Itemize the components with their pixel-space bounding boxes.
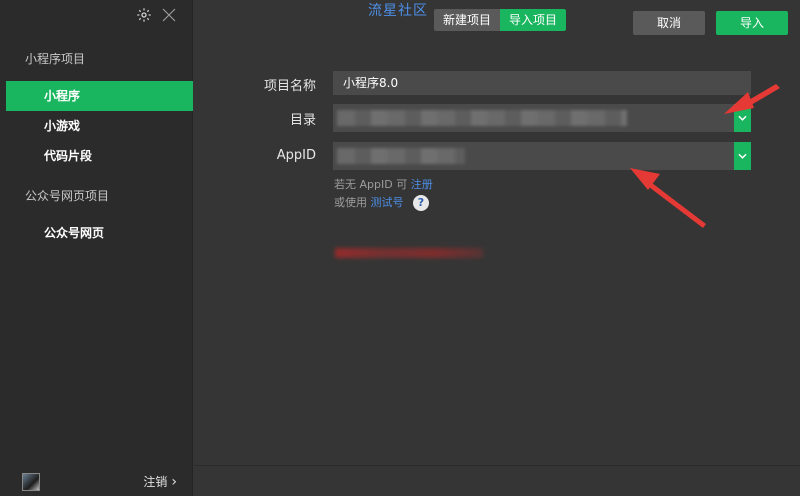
chevron-right-icon: › (171, 473, 177, 490)
section-title-official: 公众号网页项目 (25, 189, 110, 203)
appid-dropdown-button[interactable] (734, 142, 751, 170)
close-icon[interactable] (160, 6, 178, 24)
redacted-appid (337, 148, 465, 164)
help-icon[interactable]: ? (413, 195, 429, 211)
project-name-input[interactable]: 小程序8.0 (333, 71, 751, 95)
appid-select[interactable] (333, 142, 751, 170)
tab-new-project[interactable]: 新建项目 (434, 9, 501, 31)
redacted-path (337, 110, 627, 126)
test-account-link[interactable]: 测试号 (371, 196, 404, 209)
hint-no-appid: 若无 AppID 可 (334, 178, 408, 191)
hint-or-use: 或使用 (334, 196, 367, 209)
test-account-hint: 或使用 测试号 ? (334, 194, 429, 211)
register-link[interactable]: 注册 (411, 178, 433, 191)
sidebar: 小程序项目 小程序 小游戏 代码片段 公众号网页项目 公众号网页 注销 › (0, 0, 193, 496)
directory-label: 目录 (289, 113, 316, 128)
sidebar-top-controls (136, 6, 178, 24)
sidebar-item-minigame[interactable]: 小游戏 (6, 111, 193, 141)
section-title-miniprogram: 小程序项目 (25, 52, 86, 66)
sidebar-item-miniprogram[interactable]: 小程序 (6, 81, 193, 111)
chevron-down-icon (738, 153, 747, 159)
brand-watermark: 流星社区 (368, 3, 428, 19)
chevron-down-icon (738, 115, 747, 121)
directory-dropdown-button[interactable] (734, 104, 751, 132)
arrow-appid (630, 168, 706, 228)
cancel-button[interactable]: 取消 (633, 11, 705, 35)
sidebar-footer: 注销 › (0, 466, 193, 496)
footer-bar (194, 465, 800, 496)
logout-label: 注销 (143, 475, 168, 489)
appid-register-hint: 若无 AppID 可 注册 (334, 176, 433, 192)
gear-icon[interactable] (136, 7, 152, 23)
directory-select[interactable] (333, 104, 751, 132)
logout-button[interactable]: 注销 › (143, 473, 177, 490)
avatar[interactable] (22, 473, 40, 491)
project-name-label: 项目名称 (263, 79, 316, 94)
import-button[interactable]: 导入 (716, 11, 788, 35)
sidebar-item-code-snippet[interactable]: 代码片段 (6, 141, 193, 171)
project-mode-tabs: 新建项目 导入项目 (434, 9, 567, 31)
sidebar-item-official-web[interactable]: 公众号网页 (6, 218, 193, 248)
appid-label: AppID (276, 148, 316, 163)
tab-import-project[interactable]: 导入项目 (500, 9, 567, 31)
redacted-error-message (335, 248, 483, 258)
